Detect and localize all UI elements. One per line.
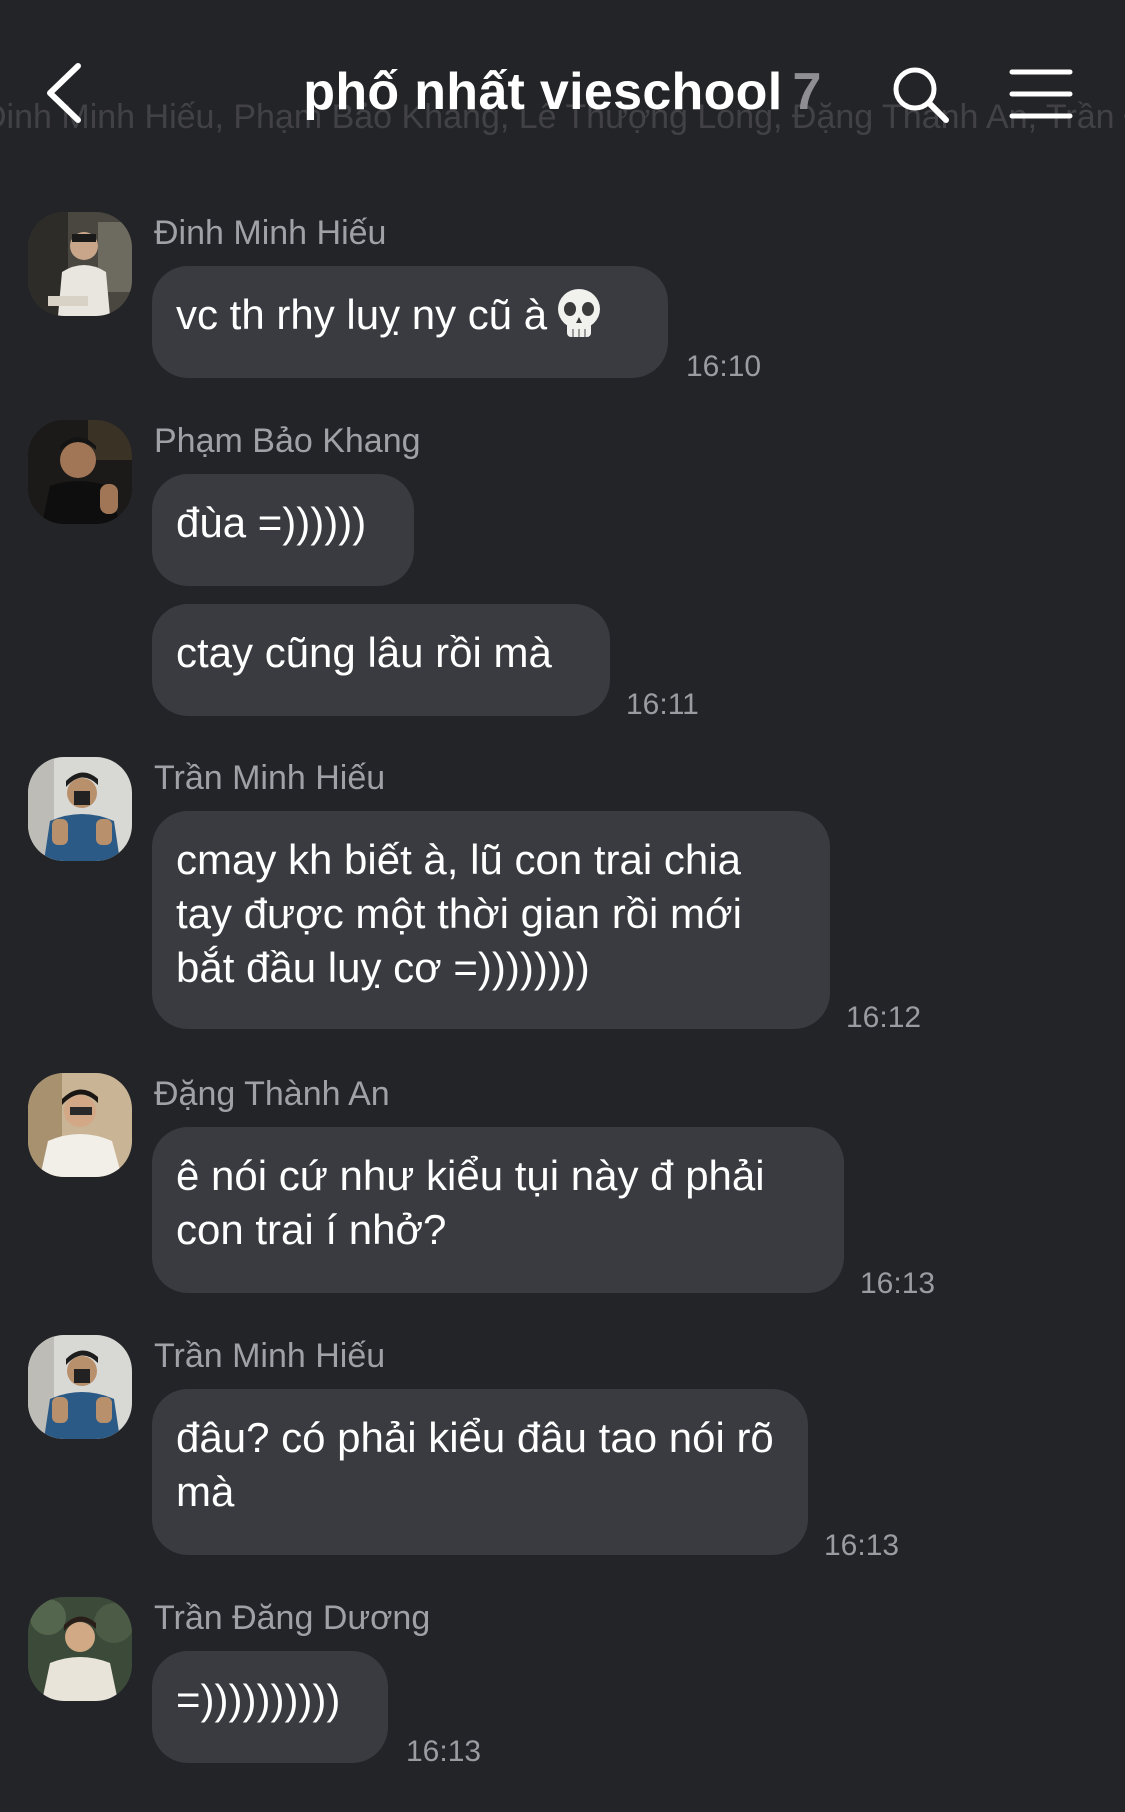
avatar[interactable] (28, 212, 132, 316)
message-text: =)))))))))) (176, 1676, 341, 1723)
avatar[interactable] (28, 420, 132, 524)
member-count: 7 (792, 63, 822, 121)
avatar[interactable] (28, 1335, 132, 1439)
message-bubble[interactable]: ctay cũng lâu rồi mà (152, 604, 610, 716)
sender-name: Trần Minh Hiếu (154, 759, 386, 797)
hamburger-menu-icon (1009, 69, 1073, 119)
avatar-photo (28, 1597, 132, 1701)
message-text: đâu? có phải kiểu đâu tao nói rõ mà (176, 1414, 774, 1515)
avatar[interactable] (28, 757, 132, 861)
message-bubble[interactable]: =)))))))))) (152, 1651, 388, 1763)
message-time: 16:10 (686, 350, 762, 383)
message-time: 16:13 (824, 1529, 900, 1562)
group-name: phố nhất vieschool (303, 63, 783, 121)
message-text: đùa =)))))) (176, 499, 367, 546)
message-time: 16:11 (626, 688, 699, 721)
message-bubble[interactable]: ê nói cứ như kiểu tụi này đ phải con tra… (152, 1127, 844, 1293)
message-text: ctay cũng lâu rồi mà (176, 629, 552, 676)
message-text: cmay kh biết à, lũ con trai chia tay đượ… (176, 836, 742, 991)
sender-name: Trần Minh Hiếu (154, 1337, 386, 1375)
skull-emoji-icon (558, 288, 601, 337)
avatar[interactable] (28, 1597, 132, 1701)
message-text: vc th rhy luỵ ny cũ à (176, 291, 548, 338)
message-bubble[interactable]: đùa =)))))) (152, 474, 414, 586)
chat-header: Đinh Minh Hiếu, Phạm Bảo Khang, Lê Thượn… (0, 0, 1125, 170)
sender-name: Đặng Thành An (154, 1075, 390, 1113)
avatar[interactable] (28, 1073, 132, 1177)
chat-title[interactable]: phố nhất vieschool 7 (0, 62, 1125, 122)
message-bubble[interactable]: cmay kh biết à, lũ con trai chia tay đượ… (152, 811, 830, 1029)
message-bubble[interactable]: đâu? có phải kiểu đâu tao nói rõ mà (152, 1389, 808, 1555)
message-bubble[interactable]: vc th rhy luỵ ny cũ à (152, 266, 668, 378)
message-time: 16:13 (860, 1267, 936, 1300)
sender-name: Đinh Minh Hiếu (154, 214, 387, 252)
avatar-photo (28, 420, 132, 524)
search-icon (893, 67, 949, 123)
sender-name: Trần Đăng Dương (154, 1599, 431, 1637)
avatar-photo (28, 1073, 132, 1177)
menu-button[interactable] (1008, 64, 1074, 124)
avatar-photo (28, 757, 132, 861)
sender-name: Phạm Bảo Khang (154, 422, 421, 460)
message-text: ê nói cứ như kiểu tụi này đ phải con tra… (176, 1152, 765, 1253)
message-time: 16:12 (846, 1001, 922, 1034)
avatar-photo (28, 212, 132, 316)
search-button[interactable] (888, 62, 954, 128)
avatar-photo (28, 1335, 132, 1439)
message-time: 16:13 (406, 1735, 482, 1768)
